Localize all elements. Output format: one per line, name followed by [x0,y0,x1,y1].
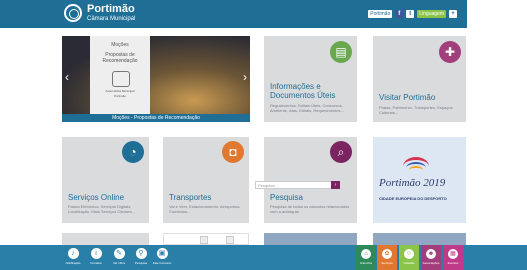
chevron-right-icon[interactable]: › [243,70,247,84]
person-icon: ☺ [404,249,414,259]
tile-informacoes-title: Informações e Documentos Úteis [270,82,336,100]
footer-associacoes[interactable]: ☻ Associações [421,245,441,270]
footer-eventos[interactable]: ▦ Eventos [443,245,463,270]
logo-mark-icon [64,4,82,22]
logo-subtitle: Câmara Municipal [87,16,136,22]
crest-caption: Assembleia Municipal [105,89,135,93]
language-button[interactable]: Linguagem [417,10,446,18]
calendar-icon: ▦ [448,249,458,259]
tile-servicos-desc: Fatura Eletrónica, Serviços Digitais, Lo… [68,204,135,215]
pencil-icon: ✎ [113,248,125,259]
car-icon: ◘ [222,141,244,163]
portimao-2019-brand: Portimão 2019 [379,177,446,189]
tile-visitar-desc: Praias, Património, Transportes, Espaços… [379,105,453,116]
tile-row3-4[interactable] [373,233,466,245]
header-link-portimao[interactable]: Portimão [368,10,393,18]
crest-icon [112,71,130,87]
footer-ver-obra[interactable]: ✎ Ver Obra [109,248,129,270]
bell-icon: ♪ [67,248,79,259]
slider-panel-subtitle: Propostas de Recomendação [102,52,138,64]
footer-fale-conosco[interactable]: ▣ Fale Conosco [152,248,172,270]
search-icon: ⌕ [330,141,352,163]
tile-pesquisa-title: Pesquisa [270,193,303,202]
logo-title: Portimão [87,3,135,15]
footer-servicos[interactable]: ✿ Serviços [377,245,397,270]
footer-pesquisa[interactable]: ⚲ Pesquisa [131,248,151,270]
group-icon: ☻ [426,249,436,259]
header-links: Portimão f t Linguagem + [368,10,457,18]
logo[interactable]: Portimão Câmara Municipal [64,4,135,22]
chevron-left-icon[interactable]: ‹ [65,70,69,84]
tile-pesquisa: ⌕ Pesquisa Pesquisa de todos os assuntos… [264,137,357,223]
hero-slider[interactable]: Moções Propostas de Recomendação Assembl… [62,36,250,122]
footer-bar: ♪ Notificação i Contatar ✎ Ver Obra ⚲ Pe… [0,245,527,270]
slider-panel-title: Moções [111,42,129,48]
info-icon: i [90,248,102,259]
crest-name: Portimão [113,94,126,98]
document-icon: ▤ [330,41,352,63]
tile-row3-3[interactable] [264,233,357,245]
search-input[interactable]: Pesquisa... [255,181,332,189]
tile-transportes-title: Transportes [169,193,212,202]
twitter-icon[interactable]: t [406,10,415,18]
plus-icon: ✚ [439,41,461,63]
facebook-icon[interactable]: f [395,10,404,18]
mouse-icon: ◔ [122,141,144,163]
footer-anuncios[interactable]: ⌂ Anúncios [356,245,376,270]
slider-panel: Moções Propostas de Recomendação Assembl… [90,36,150,114]
chat-icon: ▣ [156,248,168,259]
map-pin-icon: ⚲ [135,248,147,259]
tile-transportes[interactable]: ◘ Transportes Vai e Vem, Estacionamento,… [163,137,249,223]
tile-servicos[interactable]: ◔ Serviços Online Fatura Eletrónica, Ser… [62,137,149,223]
footer-notificacao[interactable]: ♪ Notificação [63,248,83,270]
tile-row3-1[interactable] [62,233,149,245]
tile-visitar[interactable]: ✚ Visitar Portimão Praias, Património, T… [373,36,466,122]
slider-caption[interactable]: Moções - Propostas de Recomendação [62,114,250,122]
header-plus-icon[interactable]: + [449,10,457,18]
tile-informacoes[interactable]: ▤ Informações e Documentos Úteis Regulam… [264,36,357,122]
tile-transportes-desc: Vai e Vem, Estacionamento, Aeroportos, C… [169,204,241,215]
search-submit-button[interactable]: › [331,181,340,189]
footer-contatar[interactable]: i Contatar [86,248,106,270]
tile-portimao-2019[interactable]: Portimão 2019 CIDADE EUROPEIA DO DESPORT… [373,137,466,223]
footer-cidadao[interactable]: ☺ Cidadão [399,245,419,270]
tile-servicos-title: Serviços Online [68,193,125,202]
tile-informacoes-desc: Regulamentos, Editais Úteis, Concursos, … [270,103,344,114]
tile-visitar-title: Visitar Portimão [379,93,436,102]
right-margin [467,0,527,245]
home-icon: ⌂ [361,249,371,259]
tile-row3-2[interactable] [163,233,249,245]
top-header: Portimão Câmara Municipal Portimão f t L… [0,0,527,28]
tile-pesquisa-desc: Pesquisa de todos os assuntos relacionad… [270,204,350,215]
gear-icon: ✿ [382,249,392,259]
portimao-2019-subtitle: CIDADE EUROPEIA DO DESPORTO [379,196,447,201]
